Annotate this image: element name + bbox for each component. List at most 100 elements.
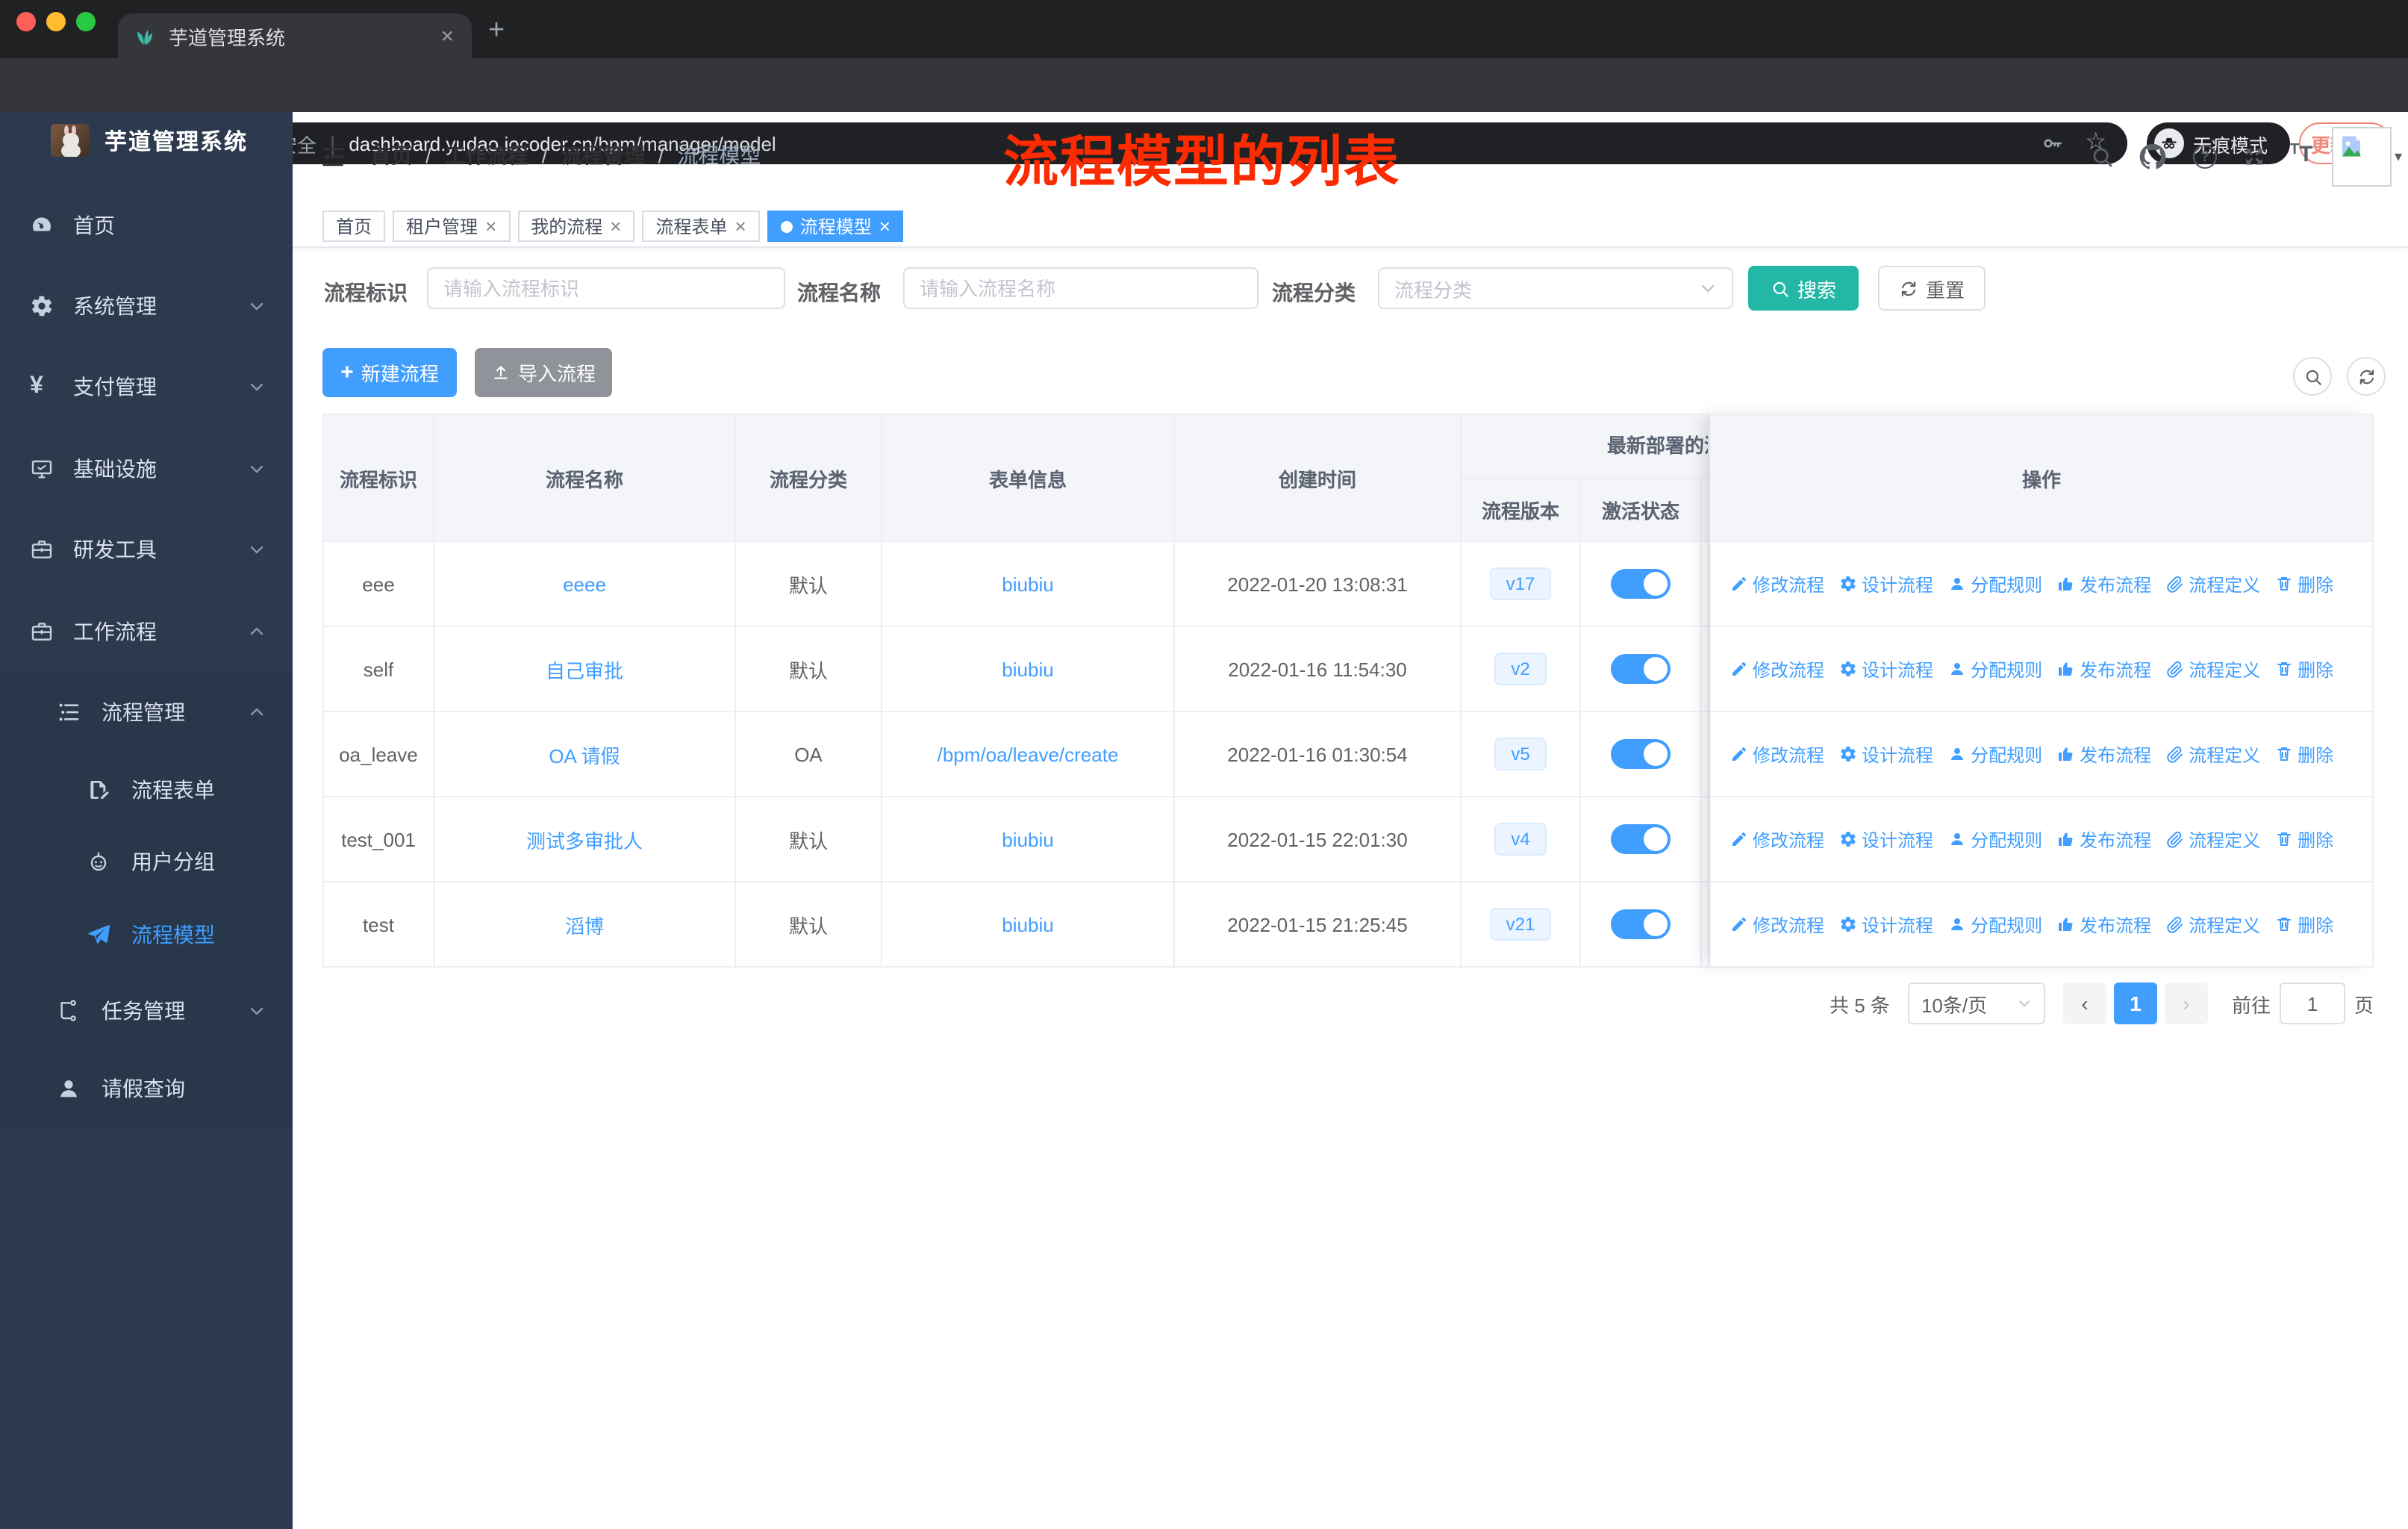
sidebar-item-task-mgmt[interactable]: 任务管理 bbox=[0, 971, 293, 1051]
edit-process-link[interactable]: 修改流程 bbox=[1730, 826, 1824, 852]
next-page-button[interactable]: › bbox=[2164, 983, 2208, 1024]
model-name-link[interactable]: 滔博 bbox=[565, 910, 604, 938]
sidebar-item-user-group[interactable]: 用户分组 bbox=[0, 821, 293, 902]
search-button[interactable]: 搜索 bbox=[1748, 266, 1859, 311]
version-badge[interactable]: v21 bbox=[1489, 907, 1552, 941]
traffic-light-minimize[interactable] bbox=[46, 12, 66, 31]
breadcrumb-process-mgmt[interactable]: 流程管理 bbox=[561, 140, 645, 170]
version-badge[interactable]: v17 bbox=[1489, 567, 1552, 601]
traffic-light-close[interactable] bbox=[16, 12, 36, 31]
publish-process-link[interactable]: 发布流程 bbox=[2057, 741, 2151, 767]
form-link[interactable]: biubiu bbox=[1002, 828, 1053, 850]
breadcrumb-home[interactable]: 首页 bbox=[370, 140, 412, 170]
edit-process-link[interactable]: 修改流程 bbox=[1730, 571, 1824, 597]
tag-process-form[interactable]: 流程表单 × bbox=[642, 211, 760, 242]
process-definition-link[interactable]: 流程定义 bbox=[2166, 826, 2260, 852]
sidebar-item-process-form[interactable]: 流程表单 bbox=[0, 750, 293, 830]
design-process-link[interactable]: 设计流程 bbox=[1839, 571, 1933, 597]
form-link[interactable]: biubiu bbox=[1002, 658, 1053, 680]
active-toggle[interactable] bbox=[1611, 569, 1671, 599]
process-definition-link[interactable]: 流程定义 bbox=[2166, 741, 2260, 767]
toggle-search-button[interactable] bbox=[2293, 357, 2332, 396]
publish-process-link[interactable]: 发布流程 bbox=[2057, 912, 2151, 937]
process-definition-link[interactable]: 流程定义 bbox=[2166, 571, 2260, 597]
form-link[interactable]: biubiu bbox=[1002, 573, 1053, 595]
close-icon[interactable]: × bbox=[485, 217, 496, 236]
design-process-link[interactable]: 设计流程 bbox=[1839, 741, 1933, 767]
assign-rule-link[interactable]: 分配规则 bbox=[1948, 656, 2042, 682]
design-process-link[interactable]: 设计流程 bbox=[1839, 912, 1933, 937]
delete-link[interactable]: 删除 bbox=[2275, 826, 2333, 852]
new-tab-button[interactable]: + bbox=[488, 16, 505, 45]
caret-down-icon[interactable]: ▾ bbox=[2395, 149, 2402, 166]
form-link[interactable]: /bpm/oa/leave/create bbox=[938, 743, 1119, 765]
tag-tenant[interactable]: 租户管理 × bbox=[393, 211, 511, 242]
delete-link[interactable]: 删除 bbox=[2275, 656, 2333, 682]
traffic-light-zoom[interactable] bbox=[76, 12, 96, 31]
close-icon[interactable]: × bbox=[610, 217, 621, 236]
version-badge[interactable]: v4 bbox=[1494, 822, 1547, 856]
sidebar-item-process-mgmt[interactable]: 流程管理 bbox=[0, 672, 293, 753]
filter-category-select[interactable]: 流程分类 bbox=[1378, 267, 1733, 309]
edit-process-link[interactable]: 修改流程 bbox=[1730, 912, 1824, 937]
delete-link[interactable]: 删除 bbox=[2275, 912, 2333, 937]
help-icon[interactable]: ? bbox=[2193, 145, 2217, 169]
publish-process-link[interactable]: 发布流程 bbox=[2057, 571, 2151, 597]
active-toggle[interactable] bbox=[1611, 824, 1671, 854]
publish-process-link[interactable]: 发布流程 bbox=[2057, 826, 2151, 852]
tab-close-icon[interactable]: × bbox=[437, 25, 457, 47]
assign-rule-link[interactable]: 分配规则 bbox=[1948, 741, 2042, 767]
tag-process-model[interactable]: 流程模型 × bbox=[767, 211, 904, 242]
assign-rule-link[interactable]: 分配规则 bbox=[1948, 912, 2042, 937]
publish-process-link[interactable]: 发布流程 bbox=[2057, 656, 2151, 682]
design-process-link[interactable]: 设计流程 bbox=[1839, 656, 1933, 682]
assign-rule-link[interactable]: 分配规则 bbox=[1948, 826, 2042, 852]
goto-page-input[interactable] bbox=[2279, 983, 2345, 1024]
page-1-button[interactable]: 1 bbox=[2113, 983, 2157, 1024]
page-size-select[interactable]: 10条/页 bbox=[1907, 983, 2045, 1024]
tag-home[interactable]: 首页 bbox=[322, 211, 386, 242]
breadcrumb-workflow[interactable]: 工作流程 bbox=[445, 140, 528, 170]
browser-tab[interactable]: 芋道管理系统 × bbox=[118, 13, 472, 58]
model-name-link[interactable]: 自己审批 bbox=[546, 655, 623, 683]
active-toggle[interactable] bbox=[1611, 909, 1671, 939]
sidebar-item-workflow[interactable]: 工作流程 bbox=[0, 591, 293, 672]
model-name-link[interactable]: OA 请假 bbox=[549, 740, 620, 768]
process-definition-link[interactable]: 流程定义 bbox=[2166, 912, 2260, 937]
filter-name-input[interactable] bbox=[903, 267, 1258, 309]
model-name-link[interactable]: eeee bbox=[563, 573, 606, 595]
sidebar-item-leave-query[interactable]: 请假查询 bbox=[0, 1048, 293, 1129]
assign-rule-link[interactable]: 分配规则 bbox=[1948, 571, 2042, 597]
model-name-link[interactable]: 测试多审批人 bbox=[526, 825, 643, 853]
delete-link[interactable]: 删除 bbox=[2275, 741, 2333, 767]
sidebar-item-devtools[interactable]: 研发工具 bbox=[0, 509, 293, 590]
github-icon[interactable] bbox=[2139, 143, 2166, 170]
import-process-button[interactable]: 导入流程 bbox=[475, 348, 612, 397]
prev-page-button[interactable]: ‹ bbox=[2062, 983, 2106, 1024]
key-icon[interactable] bbox=[2040, 131, 2064, 155]
refresh-table-button[interactable] bbox=[2347, 357, 2386, 396]
form-link[interactable]: biubiu bbox=[1002, 913, 1053, 935]
tag-my-process[interactable]: 我的流程 × bbox=[517, 211, 635, 242]
version-badge[interactable]: v5 bbox=[1494, 737, 1547, 771]
font-size-icon[interactable]: TT bbox=[2290, 142, 2313, 167]
active-toggle[interactable] bbox=[1611, 654, 1671, 684]
sidebar-item-process-model[interactable]: 流程模型 bbox=[0, 894, 293, 975]
active-toggle[interactable] bbox=[1611, 739, 1671, 769]
sidebar-collapse-icon[interactable] bbox=[319, 143, 346, 170]
close-icon[interactable]: × bbox=[735, 217, 746, 236]
process-definition-link[interactable]: 流程定义 bbox=[2166, 656, 2260, 682]
search-icon[interactable] bbox=[2090, 145, 2114, 169]
sidebar-item-infra[interactable]: 基础设施 bbox=[0, 429, 293, 509]
version-badge[interactable]: v2 bbox=[1494, 652, 1547, 686]
sidebar-item-payment[interactable]: ¥ 支付管理 bbox=[0, 346, 293, 427]
edit-process-link[interactable]: 修改流程 bbox=[1730, 741, 1824, 767]
sidebar-item-system[interactable]: 系统管理 bbox=[0, 266, 293, 346]
sidebar-item-home[interactable]: 首页 bbox=[0, 185, 293, 266]
avatar[interactable] bbox=[2332, 127, 2392, 187]
close-icon[interactable]: × bbox=[879, 217, 890, 236]
delete-link[interactable]: 删除 bbox=[2275, 571, 2333, 597]
edit-process-link[interactable]: 修改流程 bbox=[1730, 656, 1824, 682]
fullscreen-icon[interactable] bbox=[2242, 145, 2266, 169]
filter-key-input[interactable] bbox=[427, 267, 785, 309]
